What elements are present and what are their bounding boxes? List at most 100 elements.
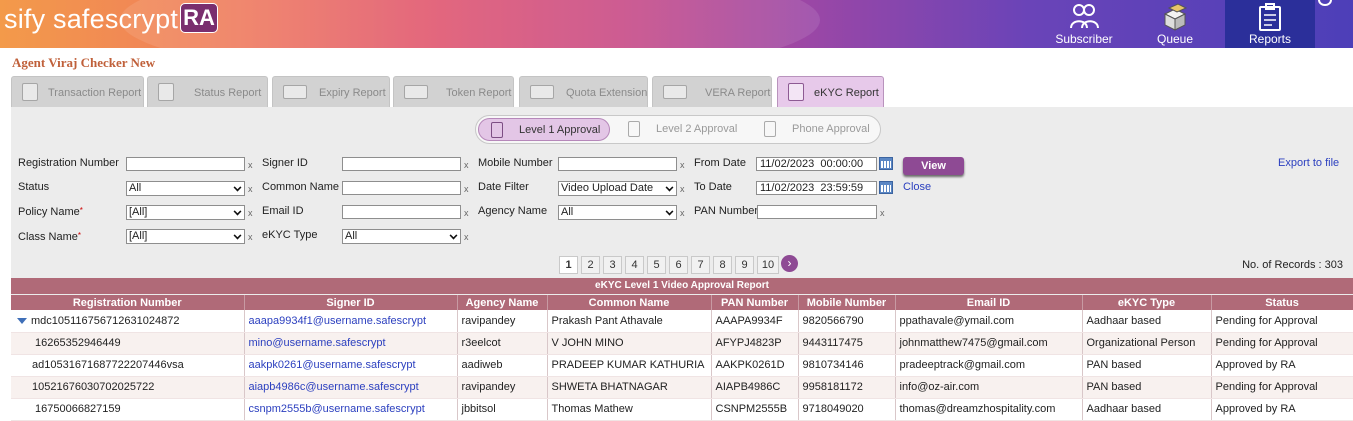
ekyc-type-select[interactable]: All <box>342 229 461 244</box>
tab-quota-extension[interactable]: Quota Extension <box>519 76 648 107</box>
nav-subscriber[interactable]: Subscriber <box>1043 0 1125 48</box>
pan-number-input[interactable] <box>757 205 877 219</box>
nav-reports[interactable]: Reports <box>1225 0 1315 48</box>
clear-pan-number[interactable]: x <box>880 208 885 218</box>
policy-name-select[interactable]: [All] <box>126 205 245 220</box>
col-mobile-number[interactable]: Mobile Number <box>798 295 896 310</box>
level-2-approval[interactable]: Level 2 Approval <box>616 118 744 141</box>
expand-triangle-icon[interactable] <box>17 317 27 324</box>
clear-registration-number[interactable]: x <box>248 160 253 170</box>
signer-id-input[interactable] <box>342 157 461 171</box>
view-button[interactable]: View <box>903 157 964 175</box>
document-icon <box>788 83 804 101</box>
cell-status: Pending for Approval <box>1211 310 1353 333</box>
clear-class-name[interactable]: x <box>248 232 253 242</box>
col-email-id[interactable]: Email ID <box>895 295 1083 310</box>
approval-level-switch: Level 1 Approval Level 2 Approval Phone … <box>475 115 881 144</box>
cell-signer-id[interactable]: aaapa9934f1@username.safescrypt <box>244 310 458 333</box>
col-signer-id[interactable]: Signer ID <box>244 295 458 310</box>
table-row[interactable]: 10521676030702025722 aiapb4986c@username… <box>11 376 1353 399</box>
col-status[interactable]: Status <box>1211 295 1353 310</box>
phone-icon <box>764 121 776 137</box>
table-header-row: Registration Number Signer ID Agency Nam… <box>11 295 1353 310</box>
cell-pan-number: AAKPK0261D <box>711 354 799 377</box>
page-7[interactable]: 7 <box>691 256 710 274</box>
ekyc-type-label: eKYC Type <box>262 229 318 241</box>
page-1[interactable]: 1 <box>559 256 578 274</box>
calendar-icon[interactable] <box>879 157 893 170</box>
table-row[interactable]: mdc105116756712631024872 aaapa9934f1@use… <box>11 310 1353 333</box>
registration-number-label: Registration Number <box>18 157 119 169</box>
clear-email-id[interactable]: x <box>464 208 469 218</box>
phone-approval[interactable]: Phone Approval <box>752 118 876 141</box>
email-id-input[interactable] <box>342 205 461 219</box>
page-9[interactable]: 9 <box>735 256 754 274</box>
tab-transaction-report[interactable]: Transaction Report <box>11 76 144 107</box>
page-4[interactable]: 4 <box>625 256 644 274</box>
date-filter-value: Video Upload Date <box>561 182 654 194</box>
registration-number-input[interactable] <box>126 157 245 171</box>
date-filter-select[interactable]: Video Upload Date <box>558 181 677 196</box>
required-marker: * <box>77 231 82 240</box>
mobile-number-input[interactable] <box>558 157 677 171</box>
cell-registration-number: 10521676030702025722 <box>11 376 245 399</box>
page-6[interactable]: 6 <box>669 256 688 274</box>
cell-signer-id[interactable]: csnpm2555b@username.safescrypt <box>244 398 458 421</box>
col-common-name[interactable]: Common Name <box>547 295 712 310</box>
export-to-file-link[interactable]: Export to file <box>1278 157 1339 169</box>
page-8[interactable]: 8 <box>713 256 732 274</box>
policy-name-label: Policy Name* <box>18 206 83 218</box>
calendar-icon[interactable] <box>879 181 893 194</box>
cell-signer-id[interactable]: mino@username.safescrypt <box>244 332 458 355</box>
cell-status: Pending for Approval <box>1211 376 1353 399</box>
cell-ekyc-type: PAN based <box>1082 376 1212 399</box>
from-date-input[interactable] <box>756 157 877 171</box>
help-icon[interactable] <box>1318 0 1332 6</box>
to-date-input[interactable] <box>756 181 877 195</box>
clear-signer-id[interactable]: x <box>464 160 469 170</box>
page-10[interactable]: 10 <box>757 256 779 274</box>
col-pan-number[interactable]: PAN Number <box>711 295 799 310</box>
class-name-label: Class Name* <box>18 231 81 243</box>
cell-signer-id[interactable]: aakpk0261@username.safescrypt <box>244 354 458 377</box>
agency-name-select[interactable]: All <box>558 205 677 220</box>
clear-mobile-number[interactable]: x <box>680 160 685 170</box>
table-row[interactable]: 16750066827159 csnpm2555b@username.safes… <box>11 398 1353 421</box>
clear-date-filter[interactable]: x <box>680 184 685 194</box>
table-row[interactable]: ad10531671687722207446vsa aakpk0261@user… <box>11 354 1353 377</box>
tab-token-report[interactable]: Token Report <box>393 76 514 107</box>
tab-vera-report[interactable]: VERA Report <box>652 76 772 107</box>
cell-signer-id[interactable]: aiapb4986c@username.safescrypt <box>244 376 458 399</box>
clear-agency-name[interactable]: x <box>680 208 685 218</box>
level-1-approval[interactable]: Level 1 Approval <box>478 118 610 141</box>
clear-common-name[interactable]: x <box>464 184 469 194</box>
page-2[interactable]: 2 <box>581 256 600 274</box>
clear-policy-name[interactable]: x <box>248 208 253 218</box>
cell-registration-number: ad10531671687722207446vsa <box>11 354 245 377</box>
document-icon <box>22 83 38 101</box>
brand-logo: sify safescrypt <box>4 4 179 34</box>
required-marker: * <box>79 206 83 215</box>
status-select[interactable]: All <box>126 181 245 196</box>
cell-common-name: Thomas Mathew <box>547 398 712 421</box>
tab-expiry-report[interactable]: Expiry Report <box>272 76 390 107</box>
close-link[interactable]: Close <box>903 181 931 193</box>
table-row[interactable]: 16265352946449 mino@username.safescrypt … <box>11 332 1353 355</box>
cell-pan-number: AIAPB4986C <box>711 376 799 399</box>
class-name-select[interactable]: [All] <box>126 229 245 244</box>
next-page-icon[interactable]: › <box>781 255 798 272</box>
common-name-input[interactable] <box>342 181 461 195</box>
col-ekyc-type[interactable]: eKYC Type <box>1082 295 1212 310</box>
nav-queue[interactable]: Queue <box>1135 0 1215 48</box>
tab-status-report[interactable]: Status Report <box>147 76 268 107</box>
tab-label: Transaction Report <box>48 87 142 99</box>
cell-registration-number: 16750066827159 <box>11 398 245 421</box>
status-icon <box>158 83 174 101</box>
page-3[interactable]: 3 <box>603 256 622 274</box>
clear-ekyc-type[interactable]: x <box>464 232 469 242</box>
clear-status[interactable]: x <box>248 184 253 194</box>
tab-ekyc-report[interactable]: eKYC Report <box>777 76 884 107</box>
page-5[interactable]: 5 <box>647 256 666 274</box>
col-agency-name[interactable]: Agency Name <box>457 295 548 310</box>
col-registration-number[interactable]: Registration Number <box>11 295 245 310</box>
